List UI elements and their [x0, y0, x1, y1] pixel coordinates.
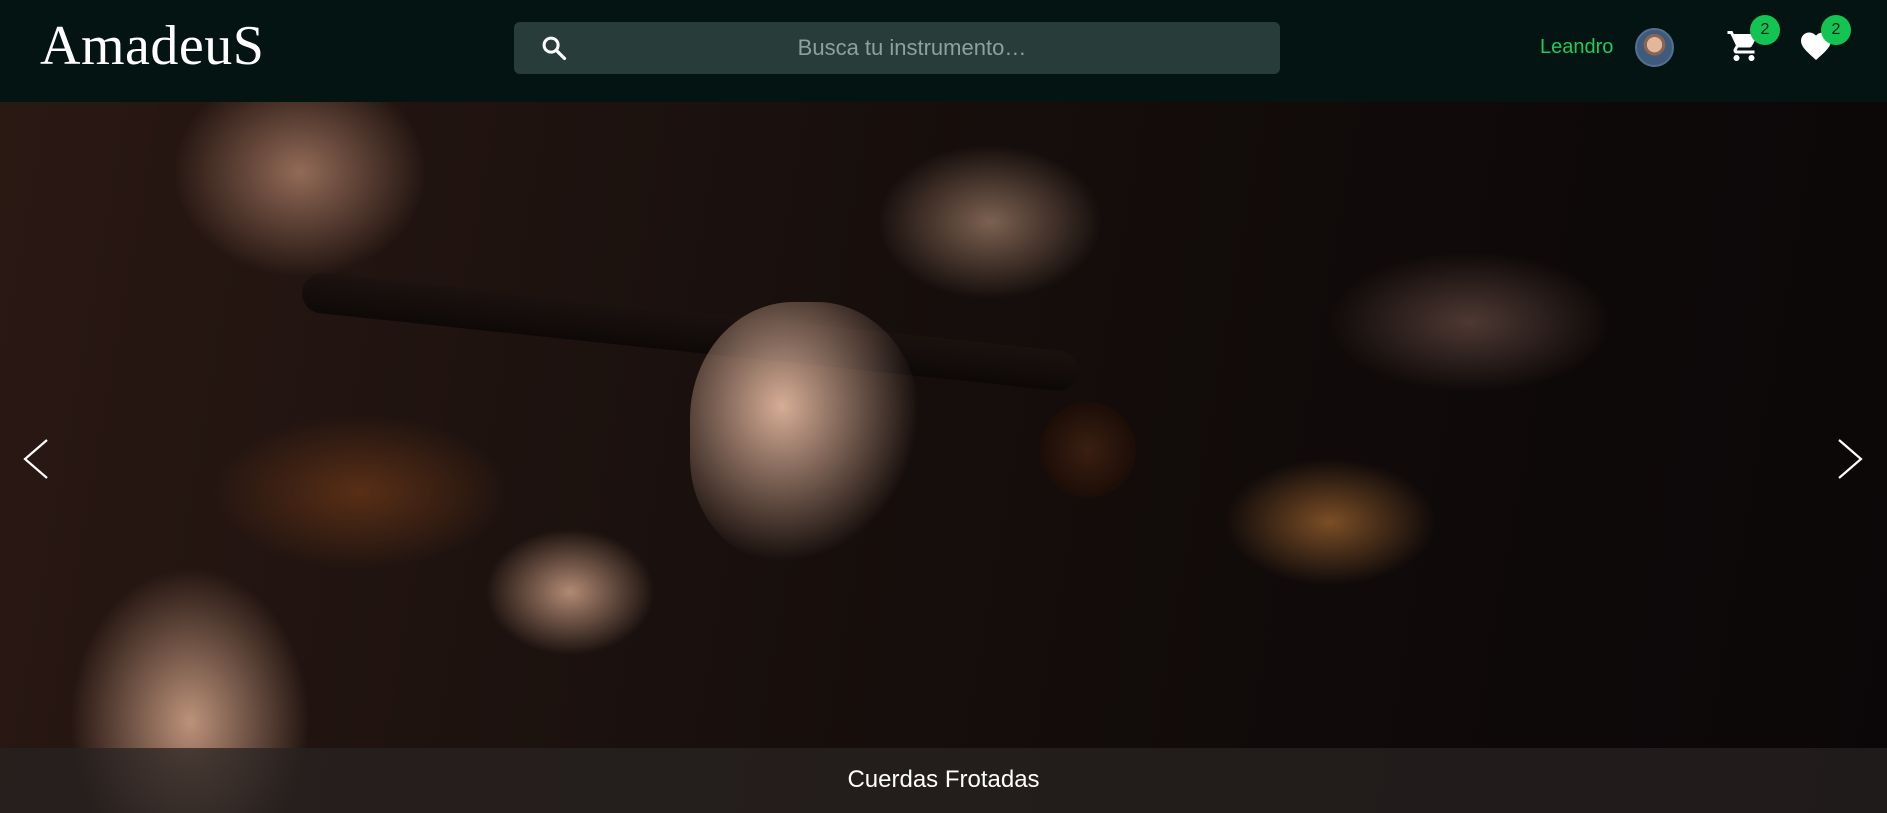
favorites-count-badge: 2 [1821, 15, 1851, 45]
chevron-right-icon [1838, 439, 1863, 479]
search-bar[interactable] [514, 22, 1280, 74]
user-avatar[interactable] [1635, 28, 1674, 67]
chevron-left-icon [23, 439, 48, 479]
carousel-prev-button[interactable] [16, 429, 56, 489]
user-name-link[interactable]: Leandro [1540, 36, 1613, 59]
brand-logo[interactable]: AmadeuS [40, 18, 264, 74]
hero-carousel: Cuerdas Frotadas [0, 102, 1887, 813]
slide-image-violin-scroll [1040, 402, 1136, 498]
slide-image-hand [690, 302, 920, 562]
cart-count-badge: 2 [1750, 15, 1780, 45]
search-icon[interactable] [540, 34, 568, 62]
slide-image-violin [300, 271, 1080, 393]
top-navbar: AmadeuS Leandro 2 2 [0, 0, 1887, 102]
carousel-next-button[interactable] [1830, 429, 1870, 489]
slide-caption-bar: Cuerdas Frotadas [0, 748, 1887, 813]
search-input[interactable] [584, 22, 1240, 74]
slide-caption: Cuerdas Frotadas [847, 766, 1040, 793]
